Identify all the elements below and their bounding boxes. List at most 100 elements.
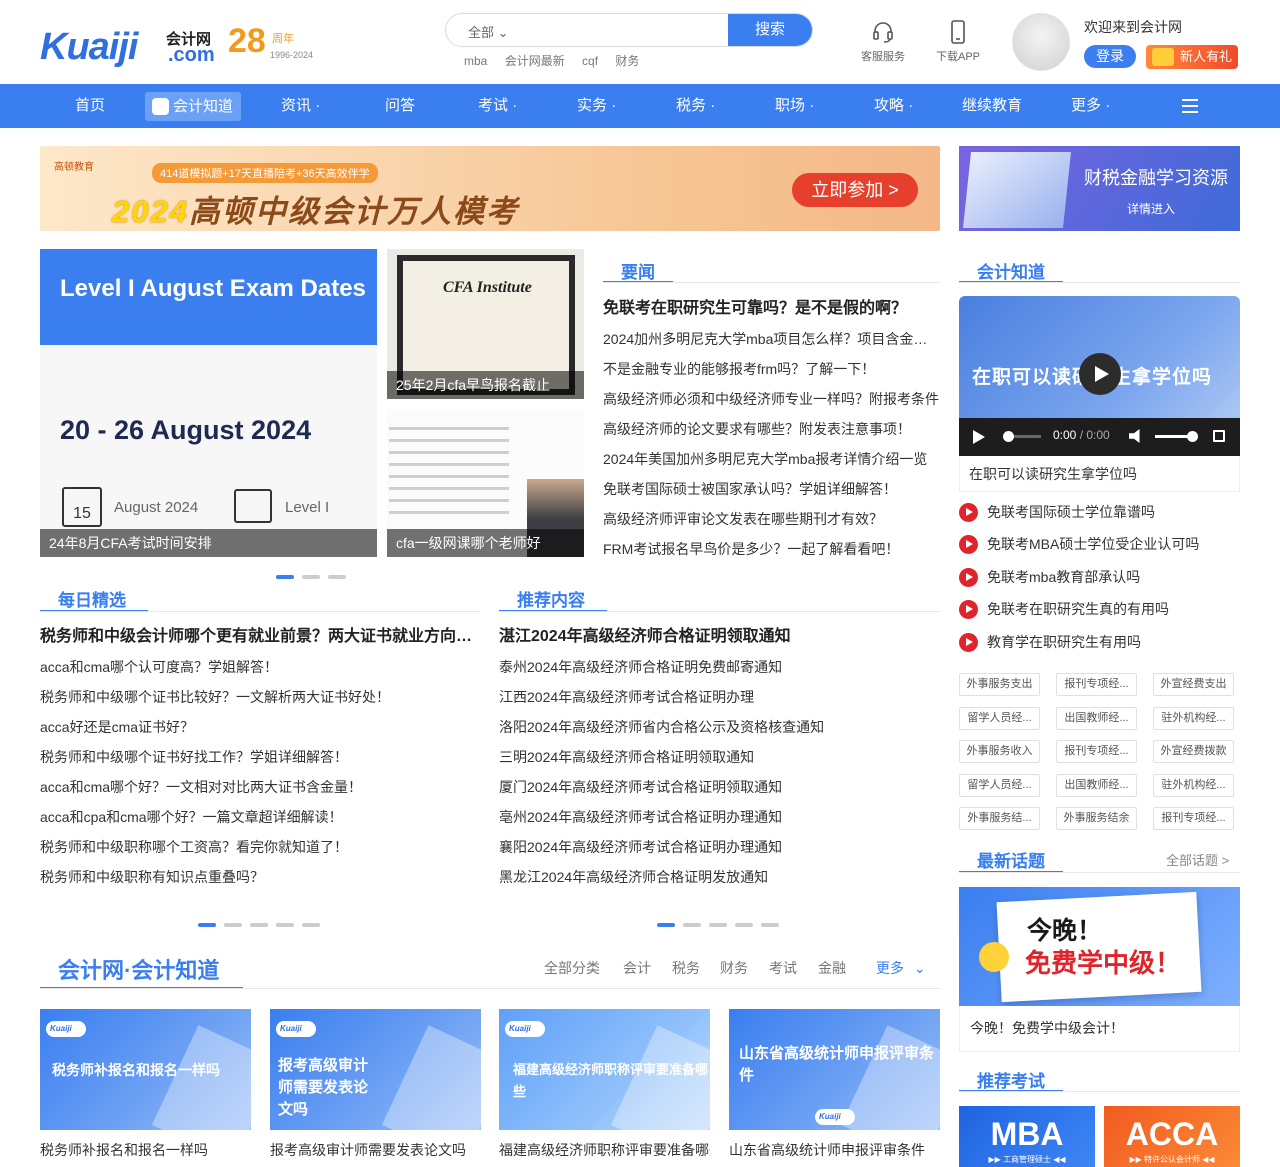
recommend-headline[interactable]: 湛江2024年高级经济师合格证明领取通知 (499, 622, 940, 652)
article-card-image[interactable]: Kuaiji 福建高级经济师职称评审要准备哪些 (499, 1009, 710, 1130)
category-exam[interactable]: 考试 (769, 958, 797, 978)
avatar[interactable] (1012, 13, 1070, 71)
nav-item-more[interactable]: 更多 · (1071, 84, 1110, 128)
nav-item-qa[interactable]: 问答 (385, 84, 415, 128)
list-item[interactable]: 厦门2024年高级经济师考试合格证明领取通知 (499, 772, 940, 802)
search-input[interactable] (526, 18, 716, 42)
download-app-link[interactable]: 下载APP (928, 20, 988, 64)
category-finance[interactable]: 财务 (720, 958, 748, 978)
pager-dot[interactable] (735, 923, 753, 927)
carousel-slide-cfa-course[interactable]: cfa一级网课哪个老师好 (387, 409, 584, 557)
hot-keyword[interactable]: 会计网最新 (505, 54, 565, 68)
volume-handle[interactable] (1187, 431, 1198, 442)
all-topics-link[interactable]: 全部话题 > (1166, 850, 1229, 869)
pager-dot[interactable] (224, 923, 242, 927)
play-icon[interactable] (1079, 353, 1121, 395)
pager-dot[interactable] (761, 923, 779, 927)
tag[interactable]: 留学人员经... (959, 706, 1040, 730)
list-item[interactable]: 亳州2024年高级经济师考试合格证明办理通知 (499, 802, 940, 832)
pager-dot[interactable] (250, 923, 268, 927)
tag[interactable]: 报刊专项经... (1056, 673, 1137, 696)
carousel-slide-cfa-dates[interactable]: Level I August Exam Dates 20 - 26 August… (40, 249, 377, 557)
pager-dot[interactable] (276, 923, 294, 927)
nav-item-home[interactable]: 首页 (75, 84, 105, 128)
volume-icon[interactable] (1129, 429, 1140, 443)
nav-item-news[interactable]: 资讯 · (281, 84, 320, 128)
tag[interactable]: 外宣经费拨款 (1153, 740, 1234, 763)
question-item[interactable]: 教育学在职研究生有用吗 (959, 628, 1240, 660)
list-item[interactable]: 襄阳2024年高级经济师考试合格证明办理通知 (499, 832, 940, 862)
pager-dot[interactable] (657, 923, 675, 927)
play-button-icon[interactable] (973, 430, 985, 444)
nav-item-zhidao[interactable]: 会计知道 (145, 92, 242, 121)
article-card-caption[interactable]: 福建高级经济师职称评审要准备哪些 (499, 1140, 710, 1160)
list-item[interactable]: 高级经济师评审论文发表在哪些期刊才有效？ (603, 504, 940, 534)
more-categories-button[interactable]: 更多 ⌄ (876, 958, 926, 978)
pager-dot[interactable] (709, 923, 727, 927)
question-item[interactable]: 免联考MBA硕士学位受企业认可吗 (959, 530, 1240, 562)
category-banking[interactable]: 金融 (818, 958, 846, 978)
nav-item-career[interactable]: 职场 · (775, 84, 814, 128)
category-all[interactable]: 全部分类 (544, 958, 600, 978)
hot-keyword[interactable]: 财务 (615, 54, 639, 68)
category-accounting[interactable]: 会计 (623, 958, 651, 978)
question-item[interactable]: 免联考在职研究生真的有用吗 (959, 595, 1240, 627)
list-item[interactable]: acca和cma哪个好？一文相对对比两大证书含金量！ (40, 772, 480, 802)
fullscreen-icon[interactable] (1213, 430, 1225, 442)
question-item[interactable]: 免联考mba教育部承认吗 (959, 563, 1240, 595)
list-item[interactable]: FRM考试报名早鸟价是多少？一起了解看看吧！ (603, 534, 940, 564)
list-item[interactable]: 高级经济师的论文要求有哪些？附发表注意事项！ (603, 414, 940, 444)
news-headline[interactable]: 免联考在职研究生可靠吗？是不是假的啊？ (603, 294, 940, 324)
new-user-gift-button[interactable]: 新人有礼 (1146, 45, 1238, 69)
list-item[interactable]: 免联考国际硕士被国家承认吗？学姐详细解答！ (603, 474, 940, 504)
video-player[interactable]: 在职可以读研究生拿学位吗 0:00 / 0:00 (959, 296, 1240, 456)
pager-dot[interactable] (302, 923, 320, 927)
menu-icon[interactable] (1182, 99, 1198, 113)
join-button[interactable]: 立即参加 > (792, 173, 918, 207)
tag[interactable]: 外事服务结... (959, 807, 1040, 830)
tag[interactable]: 报刊专项经... (1056, 740, 1137, 763)
list-item[interactable]: 高级经济师必须和中级经济师专业一样吗？附报考条件 (603, 384, 940, 414)
pager-dot[interactable] (198, 923, 216, 927)
hot-keyword[interactable]: mba (464, 54, 487, 68)
article-card-image[interactable]: Kuaiji 报考高级审计师需要发表论文吗 (270, 1009, 481, 1130)
article-card-image[interactable]: Kuaiji 税务师补报名和报名一样吗 (40, 1009, 251, 1130)
tag[interactable]: 外事服务支出 (959, 673, 1040, 696)
list-item[interactable]: acca好还是cma证书好？ (40, 712, 480, 742)
nav-item-guide[interactable]: 攻略 · (874, 84, 913, 128)
nav-item-exam[interactable]: 考试 · (478, 84, 517, 128)
nav-item-tax[interactable]: 税务 · (676, 84, 715, 128)
carousel-dot[interactable] (276, 575, 294, 579)
tag[interactable]: 外事服务结余 (1056, 807, 1137, 830)
tag[interactable]: 报刊专项经... (1153, 807, 1234, 830)
tag[interactable]: 留学人员经... (959, 773, 1040, 797)
search-button[interactable]: 搜索 (728, 14, 812, 46)
article-card-caption[interactable]: 报考高级审计师需要发表论文吗 (270, 1140, 481, 1160)
list-item[interactable]: 税务师和中级哪个证书比较好？一文解析两大证书好处！ (40, 682, 480, 712)
tag[interactable]: 出国教师经... (1056, 773, 1137, 797)
list-item[interactable]: acca和cma哪个认可度高？学姐解答！ (40, 652, 480, 682)
hot-keyword[interactable]: cqf (582, 54, 598, 68)
topic-caption[interactable]: 今晚！免费学中级会计！ (959, 1006, 1240, 1052)
list-item[interactable]: 洛阳2024年高级经济师省内合格公示及资格核查通知 (499, 712, 940, 742)
article-card-caption[interactable]: 税务师补报名和报名一样吗 (40, 1140, 251, 1160)
article-card-image[interactable]: 山东省高级统计师申报评审条件 Kuaiji (729, 1009, 940, 1130)
tag[interactable]: 驻外机构经... (1153, 706, 1234, 730)
nav-item-practice[interactable]: 实务 · (577, 84, 616, 128)
list-item[interactable]: 三明2024年高级经济师合格证明领取通知 (499, 742, 940, 772)
mock-exam-banner[interactable]: 高顿教育 414道模拟题+17天直播陪考+36天高效伴学 2024高顿中级会计万… (40, 146, 940, 231)
list-item[interactable]: acca和cpa和cma哪个好？一篇文章超详细解读！ (40, 802, 480, 832)
nav-item-continuing-edu[interactable]: 继续教育 (962, 84, 1022, 128)
list-item[interactable]: 2024年美国加州多明尼克大学mba报考详情介绍一览 (603, 444, 940, 474)
tag[interactable]: 驻外机构经... (1153, 773, 1234, 797)
tag[interactable]: 外宣经费支出 (1153, 673, 1234, 696)
seek-handle[interactable] (1003, 431, 1014, 442)
video-caption[interactable]: 在职可以读研究生拿学位吗 (959, 456, 1240, 492)
list-item[interactable]: 江西2024年高级经济师考试合格证明办理 (499, 682, 940, 712)
site-logo[interactable]: Kuaiji 会计网 .com 28 周年 1996-2024 (40, 22, 320, 70)
question-item[interactable]: 免联考国际硕士学位靠谱吗 (959, 498, 1240, 530)
carousel-dot[interactable] (328, 575, 346, 579)
list-item[interactable]: 不是金融专业的能够报考frm吗？了解一下！ (603, 354, 940, 384)
carousel-dot[interactable] (302, 575, 320, 579)
pager-dot[interactable] (683, 923, 701, 927)
